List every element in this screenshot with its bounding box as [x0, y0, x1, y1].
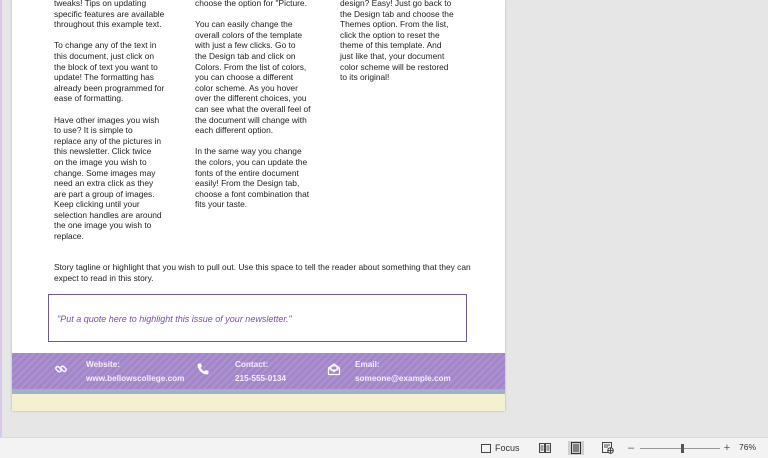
web-layout-button[interactable] — [600, 441, 616, 455]
footer-website: Website: www.bellowscollege.com — [86, 358, 184, 386]
text-column-2[interactable]: choose the option for "Picture. You can … — [195, 0, 321, 220]
text-column-3[interactable]: design? Easy! Just go back to the Design… — [340, 0, 466, 93]
story-tagline[interactable]: Story tagline or highlight that you wish… — [54, 262, 474, 284]
zoom-slider[interactable] — [640, 448, 720, 449]
read-mode-icon — [539, 443, 551, 453]
pull-quote-box[interactable]: "Put a quote here to highlight this issu… — [48, 294, 467, 342]
website-label: Website: — [86, 360, 120, 369]
paragraph[interactable]: Have other images you wish to use? It is… — [54, 115, 178, 242]
focus-label: Focus — [495, 443, 520, 453]
paragraph[interactable]: You can easily change the overall colors… — [195, 19, 321, 136]
text-column-1[interactable]: tweaks! Tips on updating specific featur… — [54, 0, 178, 252]
zoom-level[interactable]: 76% — [739, 442, 756, 452]
contact-label: Contact: — [235, 360, 269, 369]
website-value[interactable]: www.bellowscollege.com — [86, 372, 184, 386]
zoom-slider-thumb[interactable] — [681, 444, 684, 453]
read-mode-button[interactable] — [537, 441, 553, 455]
zoom-in-button[interactable]: + — [722, 441, 732, 455]
footer-contact: Contact: 215-555-0134 — [235, 358, 286, 386]
document-canvas[interactable]: tweaks! Tips on updating specific featur… — [0, 0, 768, 437]
footer-stripe-light — [12, 394, 505, 411]
email-label: Email: — [355, 360, 380, 369]
focus-icon — [481, 443, 491, 453]
paragraph[interactable]: tweaks! Tips on updating specific featur… — [54, 0, 178, 30]
paragraph[interactable]: In the same way you change the colors, y… — [195, 146, 321, 210]
print-layout-button[interactable] — [568, 441, 584, 455]
email-value[interactable]: someone@example.com — [355, 372, 451, 386]
paragraph[interactable]: design? Easy! Just go back to the Design… — [340, 0, 466, 83]
link-icon — [54, 362, 68, 376]
footer-email: Email: someone@example.com — [355, 358, 451, 386]
paragraph[interactable]: To change any of the text in this docume… — [54, 40, 178, 104]
contact-value[interactable]: 215-555-0134 — [235, 372, 286, 386]
paragraph[interactable]: choose the option for "Picture. — [195, 0, 321, 9]
document-page[interactable]: tweaks! Tips on updating specific featur… — [12, 0, 505, 411]
web-layout-icon — [602, 442, 614, 454]
pull-quote-text[interactable]: "Put a quote here to highlight this issu… — [57, 314, 292, 324]
focus-button[interactable]: Focus — [481, 441, 525, 455]
status-bar: Focus – + 76% — [0, 437, 768, 458]
print-layout-icon — [571, 442, 581, 454]
footer-band[interactable]: Website: www.bellowscollege.com Contact:… — [12, 353, 505, 389]
left-margin-edge — [0, 0, 2, 437]
phone-icon — [196, 362, 210, 376]
zoom-out-button[interactable]: – — [626, 441, 636, 455]
email-icon — [327, 362, 341, 376]
